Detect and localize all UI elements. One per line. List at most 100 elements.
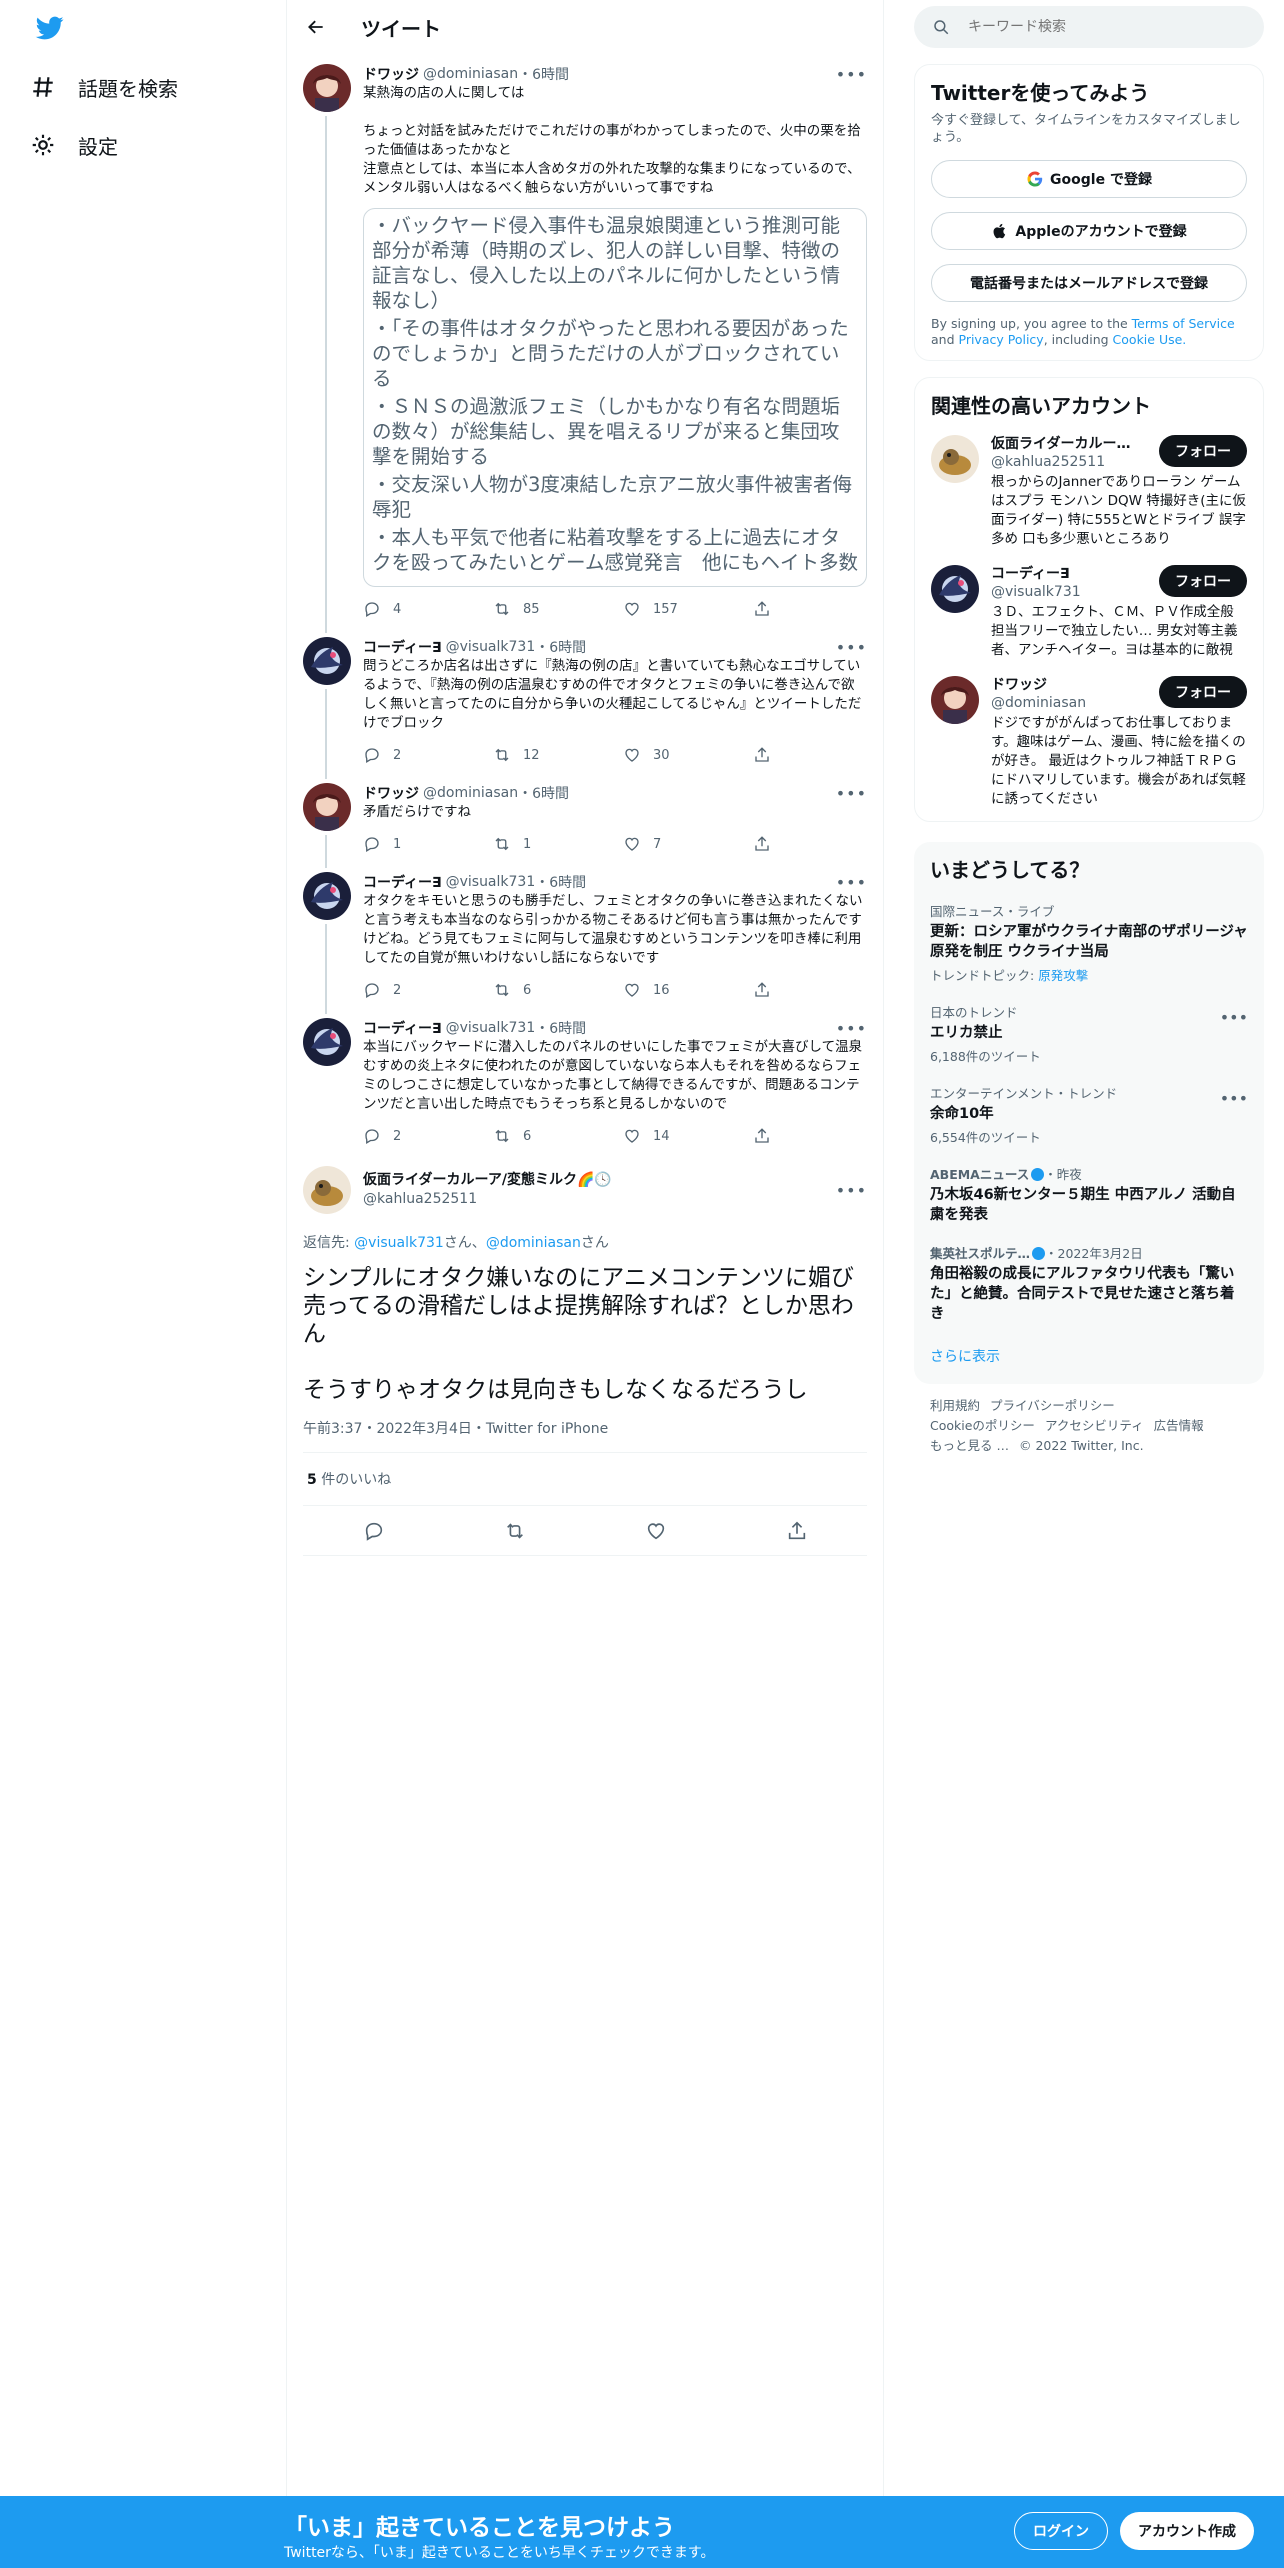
retweet-button[interactable]: 6 — [493, 1127, 623, 1145]
account-handle[interactable]: @dominiasan — [991, 694, 1159, 712]
trend-item[interactable]: 集英社スポルテ… ・2022年3月2日 角田裕毅の成長にアルファタウリ代表も「驚い… — [930, 1243, 1248, 1324]
author-handle[interactable]: @visualk731 — [446, 639, 536, 655]
trend-topic-link[interactable]: 原発攻撃 — [1038, 968, 1088, 983]
author-name[interactable]: 仮面ライダーカルーア/変態ミルク🌈🕓 — [363, 1172, 612, 1188]
like-button[interactable]: 157 — [623, 600, 753, 618]
account-handle[interactable]: @kahlua252511 — [991, 453, 1159, 471]
google-signup-button[interactable]: Google で登録 — [931, 160, 1247, 198]
retweet-button[interactable]: 1 — [493, 835, 623, 853]
more-icon[interactable]: ••• — [836, 1019, 867, 1038]
likes-count-row[interactable]: 5 件のいいね — [303, 1453, 867, 1506]
account-name[interactable]: 仮面ライダーカルー… — [991, 435, 1159, 453]
search-box[interactable] — [914, 6, 1264, 48]
back-button[interactable] — [303, 14, 329, 40]
like-button[interactable]: 16 — [623, 981, 753, 999]
like-button[interactable]: 30 — [623, 746, 753, 764]
footer-link[interactable]: 広告情報 — [1154, 1418, 1204, 1433]
reply-button[interactable]: 4 — [363, 600, 493, 618]
more-icon[interactable]: ••• — [836, 784, 867, 803]
twitter-logo-icon[interactable] — [34, 14, 66, 42]
author-handle[interactable]: @visualk731 — [446, 874, 536, 890]
tweet-time[interactable]: ・6時間 — [518, 64, 569, 84]
related-account[interactable]: ドワッジ @dominiasan フォロー ドジですががんばってお仕事しておりま… — [931, 676, 1247, 809]
footer-link[interactable]: もっと見る … — [930, 1438, 1009, 1453]
more-icon[interactable]: ••• — [836, 638, 867, 657]
retweet-button[interactable]: 12 — [493, 746, 623, 764]
author-name[interactable]: コーディー∃ — [363, 872, 442, 892]
share-button[interactable] — [753, 835, 783, 853]
thread-tweet[interactable]: コーディー∃ @visualk731 ・6時間 ••• 問うどころか店名は出さず… — [287, 627, 883, 779]
tweet-meta[interactable]: 午前3:37・2022年3月4日・Twitter for iPhone — [303, 1418, 867, 1453]
signup-button[interactable]: アカウント作成 — [1120, 2512, 1254, 2550]
account-handle[interactable]: @visualk731 — [991, 583, 1159, 601]
thread-tweet[interactable]: ドワッジ @dominiasan ・6時間 ••• 矛盾だらけですね 1 1 7 — [287, 773, 883, 868]
author-name[interactable]: ドワッジ — [363, 64, 419, 84]
heart-icon[interactable] — [645, 1520, 667, 1542]
avatar[interactable] — [303, 872, 351, 920]
terms-of-service-link[interactable]: Terms of Service — [1132, 316, 1235, 331]
avatar[interactable] — [303, 1018, 351, 1066]
retweet-icon[interactable] — [504, 1520, 526, 1542]
author-handle[interactable]: @dominiasan — [423, 785, 518, 801]
trend-item[interactable]: エンターテインメント・トレンド 余命10年 6,554件のツイート ••• — [930, 1083, 1248, 1146]
reply-user-link[interactable]: @dominiasan — [486, 1235, 581, 1251]
nav-settings[interactable]: 設定 — [30, 125, 118, 165]
author-handle[interactable]: @visualk731 — [446, 1020, 536, 1036]
login-button[interactable]: ログイン — [1014, 2512, 1108, 2550]
follow-button[interactable]: フォロー — [1159, 676, 1247, 708]
apple-signup-button[interactable]: Appleのアカウントで登録 — [931, 212, 1247, 250]
avatar[interactable] — [303, 64, 351, 112]
show-more-link[interactable]: さらに表示 — [930, 1346, 1248, 1366]
avatar[interactable] — [931, 565, 979, 613]
avatar[interactable] — [931, 435, 979, 483]
author-name[interactable]: ドワッジ — [363, 783, 419, 803]
share-button[interactable] — [753, 600, 783, 618]
author-handle[interactable]: @dominiasan — [423, 66, 518, 82]
more-icon[interactable]: ••• — [836, 873, 867, 892]
reply-button[interactable]: 2 — [363, 1127, 493, 1145]
more-icon[interactable]: ••• — [1220, 1008, 1248, 1027]
related-account[interactable]: コーディー∃ @visualk731 フォロー ３Ｄ、エフェクト、ＣＭ、ＰＶ作成… — [931, 565, 1247, 660]
avatar[interactable] — [303, 1166, 351, 1214]
share-button[interactable] — [753, 1127, 783, 1145]
footer-link[interactable]: 利用規約 — [930, 1398, 980, 1413]
author-handle[interactable]: @kahlua252511 — [363, 1190, 836, 1209]
footer-link[interactable]: Cookieのポリシー — [930, 1418, 1035, 1433]
avatar[interactable] — [303, 783, 351, 831]
reply-button[interactable]: 2 — [363, 981, 493, 999]
trend-item[interactable]: ABEMAニュース ・昨夜 乃木坂46新センター５期生 中西アルノ 活動自粛を発表 — [930, 1164, 1248, 1225]
retweet-button[interactable]: 6 — [493, 981, 623, 999]
like-button[interactable]: 7 — [623, 835, 753, 853]
reply-button[interactable]: 1 — [363, 835, 493, 853]
retweet-button[interactable]: 85 — [493, 600, 623, 618]
more-icon[interactable]: ••• — [1220, 1089, 1248, 1108]
share-icon[interactable] — [786, 1520, 808, 1542]
cookie-use-link[interactable]: Cookie Use. — [1113, 332, 1187, 347]
reply-user-link[interactable]: @visualk731 — [354, 1235, 444, 1251]
thread-tweet[interactable]: コーディー∃ @visualk731 ・6時間 ••• 本当にバックヤードに潜入… — [287, 1008, 883, 1154]
thread-tweet[interactable]: コーディー∃ @visualk731 ・6時間 ••• オタクをキモいと思うのも… — [287, 862, 883, 1014]
reply-button[interactable]: 2 — [363, 746, 493, 764]
nav-explore[interactable]: 話題を検索 — [30, 67, 178, 107]
trend-item[interactable]: 日本のトレンド エリカ禁止 6,188件のツイート ••• — [930, 1002, 1248, 1065]
author-name[interactable]: コーディー∃ — [363, 1018, 442, 1038]
search-input[interactable] — [968, 19, 1228, 35]
reply-icon[interactable] — [363, 1520, 385, 1542]
follow-button[interactable]: フォロー — [1159, 435, 1247, 467]
like-button[interactable]: 14 — [623, 1127, 753, 1145]
privacy-policy-link[interactable]: Privacy Policy — [959, 332, 1044, 347]
share-button[interactable] — [753, 746, 783, 764]
footer-link[interactable]: アクセシビリティ — [1045, 1418, 1144, 1433]
related-account[interactable]: 仮面ライダーカルー… @kahlua252511 フォロー 根っからのJanne… — [931, 435, 1247, 549]
share-button[interactable] — [753, 981, 783, 999]
footer-link[interactable]: プライバシーポリシー — [990, 1398, 1115, 1413]
tweet-time[interactable]: ・6時間 — [535, 872, 586, 892]
more-icon[interactable]: ••• — [836, 65, 867, 84]
thread-tweet[interactable]: ドワッジ @dominiasan ・6時間 ••• 某熱海の店の人に関しては ち… — [287, 54, 883, 633]
tweet-time[interactable]: ・6時間 — [535, 1018, 586, 1038]
account-name[interactable]: ドワッジ — [991, 676, 1159, 694]
tweet-time[interactable]: ・6時間 — [518, 783, 569, 803]
more-icon[interactable]: ••• — [836, 1181, 867, 1200]
account-name[interactable]: コーディー∃ — [991, 565, 1159, 583]
avatar[interactable] — [931, 676, 979, 724]
